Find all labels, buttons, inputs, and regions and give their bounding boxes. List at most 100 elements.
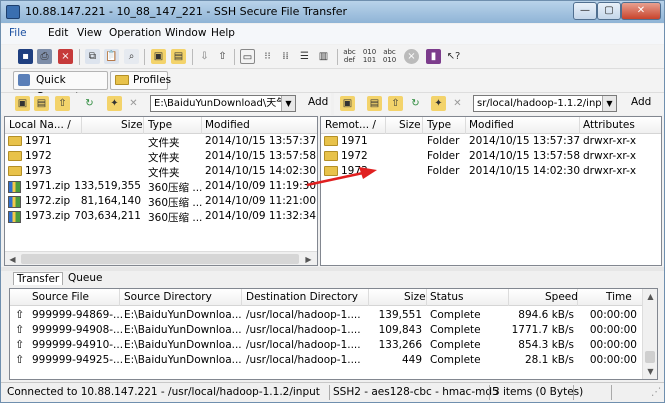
print-icon[interactable]: ⎙ <box>37 49 52 64</box>
transfer-speed: 28.1 kB/s <box>524 354 574 366</box>
local-home-icon[interactable]: ▣ <box>15 96 30 111</box>
table-row[interactable]: ⇧ 999999-94910-... E:\BaiduYunDownloa... /u… <box>10 338 642 353</box>
profiles-button[interactable]: Profiles <box>110 71 172 90</box>
local-path-combo[interactable]: E:\BaiduYunDownload\天气数 ▼ <box>150 95 296 112</box>
upload-icon[interactable]: ⇧ <box>215 49 230 64</box>
local-refresh-icon[interactable]: ↻ <box>82 96 97 111</box>
column-header-size[interactable]: Size <box>399 119 421 131</box>
new-folder-icon[interactable]: ▤ <box>171 49 186 64</box>
copy-icon[interactable]: ⧉ <box>85 49 100 64</box>
table-row[interactable]: ⇧ 999999-94869-... E:\BaiduYunDownloa... /u… <box>10 308 642 323</box>
local-new-folder-icon[interactable]: ✦ <box>107 96 122 111</box>
column-header-destination-directory[interactable]: Destination Directory <box>246 291 358 303</box>
close-button[interactable]: ✕ <box>621 2 661 20</box>
folder-tree-icon[interactable]: ▣ <box>151 49 166 64</box>
scroll-down-icon[interactable]: ▼ <box>643 364 657 379</box>
remote-delete-icon[interactable]: ✕ <box>450 96 465 111</box>
destination-directory: /usr/local/hadoop-1.... <box>246 339 361 351</box>
transfer-vertical-scrollbar[interactable]: ▲ ▼ <box>642 289 657 379</box>
transfer-speed: 1771.7 kB/s <box>511 324 574 336</box>
column-header-name[interactable]: Local Na... / <box>9 119 71 131</box>
remote-path-combo[interactable]: sr/local/hadoop-1.1.2/input ▼ <box>473 95 617 112</box>
remote-new-folder-icon[interactable]: ✦ <box>431 96 446 111</box>
list-item[interactable]: 1973 文件夹 2014/10/15 14:02:30 <box>5 164 317 179</box>
list-item[interactable]: 1972 文件夹 2014/10/15 13:57:58 <box>5 149 317 164</box>
column-header-attributes[interactable]: Attributes <box>583 119 635 131</box>
remote-up-icon[interactable]: ⇧ <box>388 96 403 111</box>
ascii-mode-icon[interactable]: abc def <box>342 48 357 64</box>
column-header-status[interactable]: Status <box>430 291 463 303</box>
remote-home-icon[interactable]: ▣ <box>340 96 355 111</box>
tab-queue[interactable]: Queue <box>65 272 106 284</box>
menu-file[interactable]: File <box>9 27 27 39</box>
help-book-icon[interactable]: ▮ <box>426 49 441 64</box>
small-icons-icon[interactable]: ⁞⁞ <box>278 49 293 64</box>
table-row[interactable]: ⇧ 999999-94908-... E:\BaiduYunDownloa... /u… <box>10 323 642 338</box>
column-header-speed[interactable]: Speed <box>545 291 578 303</box>
maximize-button[interactable]: ▢ <box>597 2 621 20</box>
menu-edit[interactable]: Edit <box>48 27 68 39</box>
terminal-icon[interactable]: ▭ <box>240 49 255 64</box>
column-header-type[interactable]: Type <box>427 119 451 131</box>
list-item[interactable]: 1971.zip 133,519,355 360压缩 ... 2014/10/09 1… <box>5 179 317 194</box>
file-name: 1972 <box>25 150 52 162</box>
auto-mode-icon[interactable]: abc 010 <box>382 48 397 64</box>
remote-root-icon[interactable]: ▤ <box>367 96 382 111</box>
menu-operation[interactable]: Operation <box>109 27 161 39</box>
minimize-button[interactable]: — <box>573 2 597 20</box>
menu-view[interactable]: View <box>77 27 102 39</box>
local-add-button[interactable]: Add <box>308 96 328 108</box>
column-header-name[interactable]: Remot... / <box>325 119 376 131</box>
column-header-modified[interactable]: Modified <box>205 119 250 131</box>
remote-add-button[interactable]: Add <box>631 96 651 108</box>
list-view-icon[interactable]: ☰ <box>297 49 312 64</box>
find-icon[interactable]: ⌕ <box>124 49 139 64</box>
column-header-modified[interactable]: Modified <box>469 119 514 131</box>
paste-icon[interactable]: 📋 <box>104 49 119 64</box>
menu-help[interactable]: Help <box>211 27 235 39</box>
column-header-source-file[interactable]: Source File <box>32 291 89 303</box>
file-modified: 2014/10/15 13:57:37 <box>205 135 317 147</box>
scroll-thumb[interactable] <box>21 254 299 264</box>
chevron-down-icon[interactable]: ▼ <box>602 96 616 111</box>
scroll-up-icon[interactable]: ▲ <box>643 289 657 304</box>
pane-splitter[interactable] <box>1 267 664 271</box>
resize-grip-icon[interactable]: ⋰ <box>651 386 662 398</box>
column-header-size[interactable]: Size <box>404 291 426 303</box>
list-item[interactable]: 1972.zip 81,164,140 360压缩 ... 2014/10/09 11… <box>5 194 317 209</box>
scroll-right-icon[interactable]: ▶ <box>301 252 316 265</box>
destination-directory: /usr/local/hadoop-1.... <box>246 324 361 336</box>
column-header-size[interactable]: Size <box>121 119 143 131</box>
local-delete-icon[interactable]: ✕ <box>126 96 141 111</box>
remote-path-value: sr/local/hadoop-1.1.2/input <box>477 98 612 109</box>
list-item[interactable]: 1971 文件夹 2014/10/15 13:57:37 <box>5 134 317 149</box>
save-icon[interactable]: ▪ <box>18 49 33 64</box>
details-view-icon[interactable]: ▥ <box>316 49 331 64</box>
large-icons-icon[interactable]: ⁝⁝ <box>260 49 275 64</box>
table-row[interactable]: ⇧ 999999-94925-... E:\BaiduYunDownloa... /u… <box>10 353 642 368</box>
list-item[interactable]: 1973.zip 703,634,211 360压缩 ... 2014/10/09 1… <box>5 209 317 224</box>
binary-mode-icon[interactable]: 010 101 <box>362 48 377 64</box>
profiles-label: Profiles <box>133 74 172 86</box>
disconnect-icon[interactable]: × <box>58 49 73 64</box>
scroll-left-icon[interactable]: ◀ <box>5 252 20 265</box>
local-horizontal-scrollbar[interactable]: ◀ ▶ <box>5 251 317 265</box>
list-item[interactable]: 1971 Folder 2014/10/15 13:57:37 drwxr-xr-x <box>321 134 661 149</box>
local-root-icon[interactable]: ▤ <box>34 96 49 111</box>
tab-transfer[interactable]: Transfer <box>13 272 64 285</box>
quick-connect-button[interactable]: Quick Connect <box>13 71 108 103</box>
column-header-type[interactable]: Type <box>148 119 172 131</box>
chevron-down-icon[interactable]: ▼ <box>281 96 295 111</box>
column-header-time[interactable]: Time <box>606 291 632 303</box>
download-icon[interactable]: ⇩ <box>197 49 212 64</box>
column-header-source-directory[interactable]: Source Directory <box>124 291 212 303</box>
menu-window[interactable]: Window <box>165 27 206 39</box>
remote-refresh-icon[interactable]: ↻ <box>408 96 423 111</box>
list-item[interactable]: 1972 Folder 2014/10/15 13:57:58 drwxr-xr-x <box>321 149 661 164</box>
stop-icon[interactable]: × <box>404 49 419 64</box>
context-help-icon[interactable]: ↖? <box>446 49 461 64</box>
file-type: 文件夹 <box>148 167 180 179</box>
local-up-icon[interactable]: ⇧ <box>55 96 70 111</box>
scroll-thumb[interactable] <box>645 351 655 363</box>
file-size: 81,164,140 <box>80 195 141 207</box>
